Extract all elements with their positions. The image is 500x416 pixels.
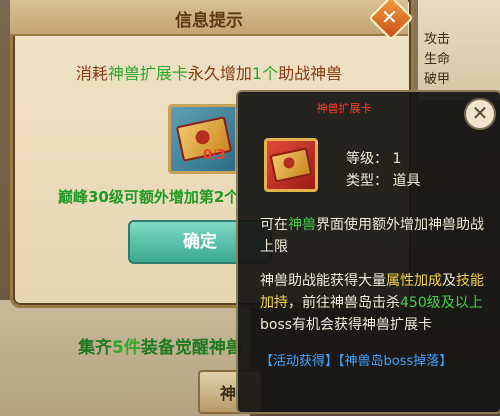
item-count: 0/3	[203, 148, 226, 163]
item-sources[interactable]: 【活动获得】【神兽岛boss掉落】	[260, 350, 452, 369]
peak-level-hint: 巅峰30级可额外增加第2个	[58, 188, 240, 206]
consume-description: 消耗神兽扩展卡永久增加1个助战神兽	[75, 64, 343, 83]
item-type: 类型： 道具	[346, 173, 421, 189]
dialog-close-button[interactable]: ✕	[367, 0, 414, 41]
close-icon: ✕	[381, 5, 398, 29]
expansion-card-icon	[269, 147, 313, 183]
stat-attack-label: 攻击	[424, 32, 451, 47]
tooltip-close-button[interactable]: ✕	[464, 98, 496, 130]
item-usage-description: 可在神兽界面使用额外增加神兽助战上限	[260, 217, 484, 255]
item-tooltip: 神兽扩展卡 ✕ 等级： 1 类型： 道具 可在神兽界面使用额外增加神兽助战上限 …	[236, 90, 500, 414]
tooltip-item-icon	[264, 138, 318, 192]
item-slot[interactable]	[168, 104, 238, 174]
close-icon: ✕	[471, 101, 489, 125]
stat-hp-label: 生命	[424, 52, 451, 67]
tooltip-title: 神兽扩展卡	[316, 102, 372, 115]
dialog-header: 信息提示	[10, 0, 408, 36]
item-source-description: 神兽助战能获得大量属性加成及技能加持，前往神兽岛击杀450级及以上boss有机会…	[260, 273, 484, 333]
item-level: 等级： 1	[346, 151, 402, 167]
dialog-title: 信息提示	[175, 11, 243, 31]
awaken-hint-text: 集齐5件装备觉醒神兽	[78, 338, 243, 358]
stat-armor-label: 破甲	[424, 72, 451, 87]
